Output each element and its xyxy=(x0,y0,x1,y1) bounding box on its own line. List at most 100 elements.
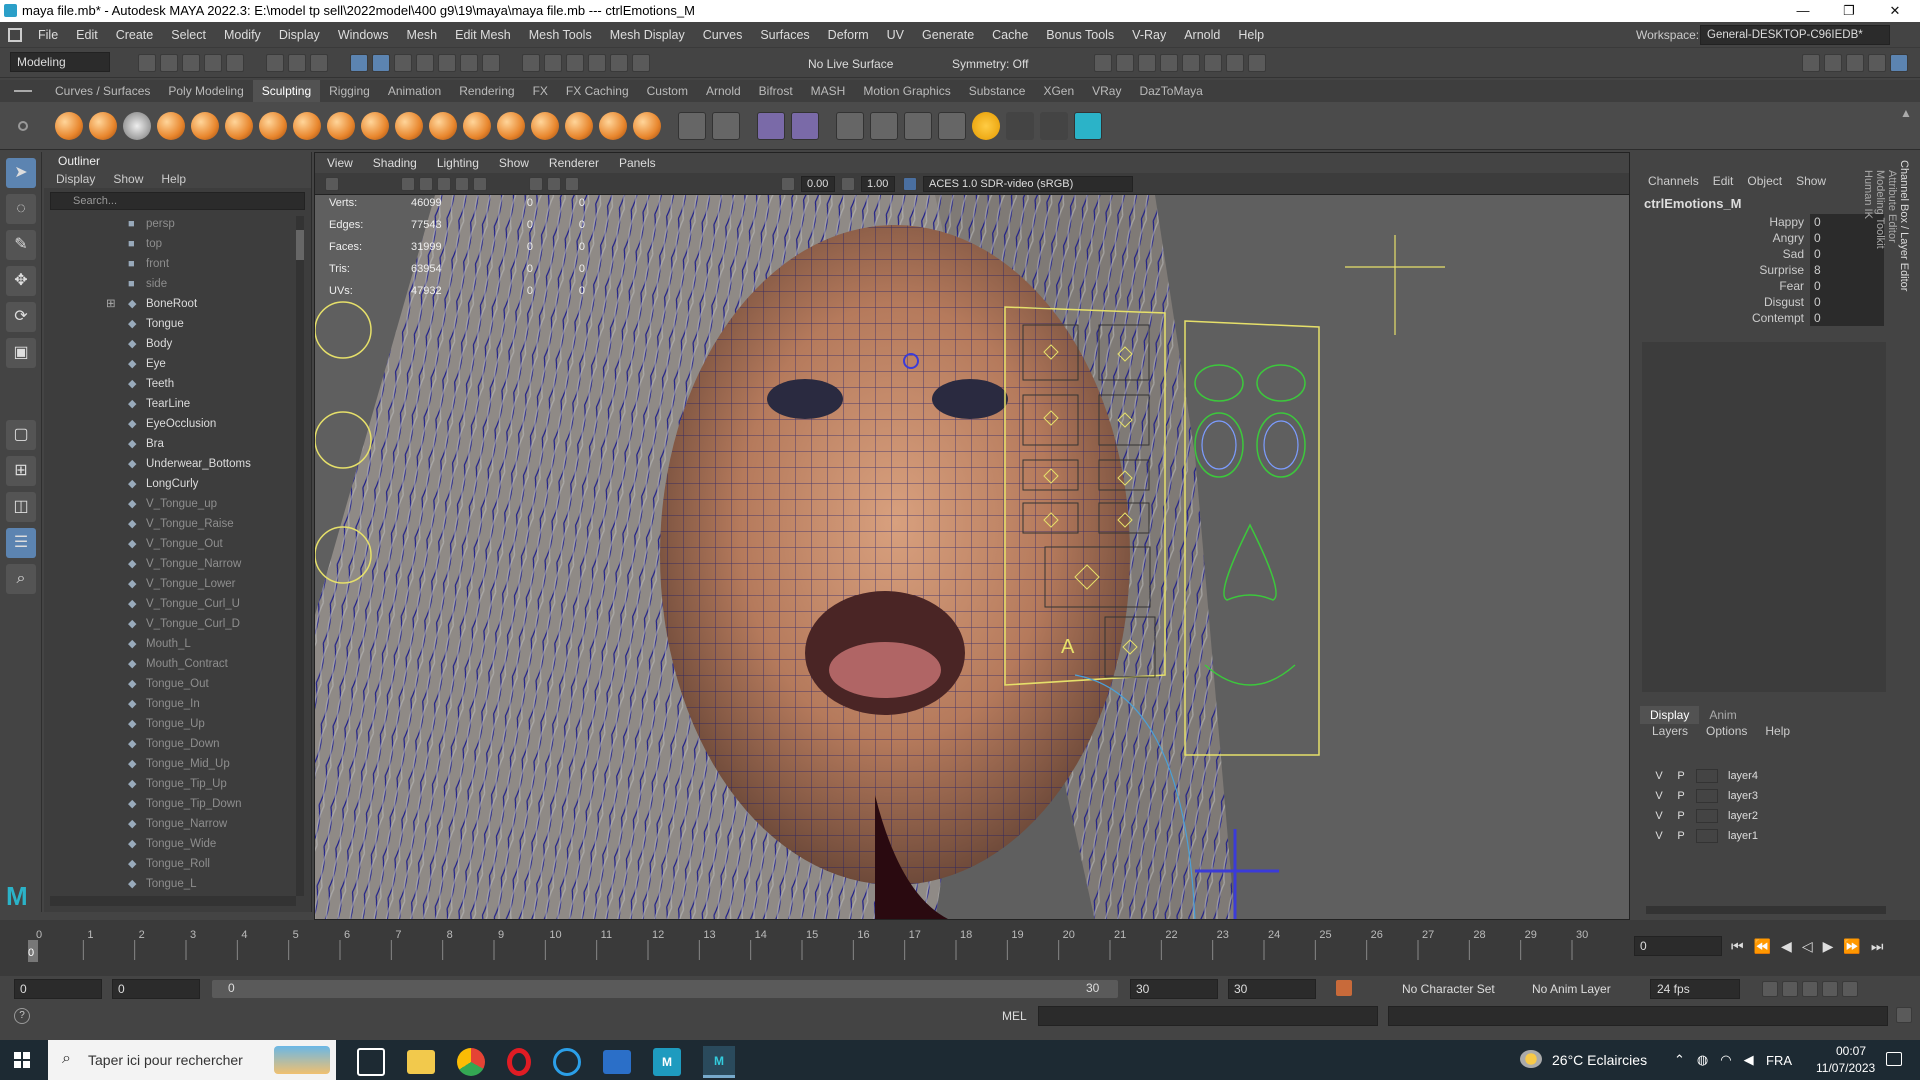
shelf-tab-rigging[interactable]: Rigging xyxy=(320,80,379,102)
layer-name[interactable]: layer2 xyxy=(1728,806,1758,826)
layer-playback-toggle[interactable]: P xyxy=(1670,826,1692,846)
menu-create[interactable]: Create xyxy=(116,28,154,42)
four-view-icon[interactable]: ⊞ xyxy=(6,456,36,486)
menu-file[interactable]: File xyxy=(38,28,58,42)
mesh-tool-4-icon[interactable] xyxy=(938,111,966,140)
shelf-tab-poly-modeling[interactable]: Poly Modeling xyxy=(159,80,252,102)
outliner-item[interactable]: ◆ V_Tongue_up xyxy=(44,494,311,514)
outliner-item[interactable]: ◆ V_Tongue_Curl_U xyxy=(44,594,311,614)
outliner-item[interactable]: ◆ V_Tongue_Narrow xyxy=(44,554,311,574)
outliner-scrollbar[interactable] xyxy=(296,216,304,896)
anim-layer-select[interactable]: No Anim Layer xyxy=(1532,982,1611,996)
hud-icon[interactable] xyxy=(547,176,561,191)
outliner-menu-help[interactable]: Help xyxy=(161,170,186,188)
app-c-icon[interactable] xyxy=(553,1048,581,1076)
side-tab-modeling-toolkit[interactable]: Modeling Toolkit xyxy=(1874,170,1886,702)
layer-visibility-toggle[interactable]: V xyxy=(1648,806,1670,826)
knife-tool-icon[interactable] xyxy=(497,111,525,140)
menu-windows[interactable]: Windows xyxy=(338,28,389,42)
grid-icon[interactable] xyxy=(678,111,706,140)
layer-name[interactable]: layer3 xyxy=(1728,786,1758,806)
shelf-tab-substance[interactable]: Substance xyxy=(960,80,1035,102)
scrape-tool-icon[interactable] xyxy=(429,111,457,140)
outliner-item[interactable]: ◆ Tongue_Down xyxy=(44,734,311,754)
outliner-item[interactable]: ◆ Tongue_Narrow xyxy=(44,814,311,834)
minimize-button[interactable]: — xyxy=(1780,0,1826,22)
select-tool-icon[interactable]: ➤ xyxy=(6,158,36,188)
input-ops-icon[interactable] xyxy=(544,54,562,72)
home-icon[interactable] xyxy=(8,27,22,42)
shelf-options-icon[interactable] xyxy=(18,120,28,131)
rotate-tool-icon[interactable]: ⟳ xyxy=(6,302,36,332)
shelf-tab-animation[interactable]: Animation xyxy=(379,80,450,102)
layer-menu-help[interactable]: Help xyxy=(1765,724,1790,738)
outliner-item[interactable]: ◆ V_Tongue_Curl_D xyxy=(44,614,311,634)
playback-end-field[interactable]: 30 xyxy=(1130,979,1218,999)
shelf-tab-fx-caching[interactable]: FX Caching xyxy=(557,80,638,102)
exposure-field[interactable]: 0.00 xyxy=(801,175,835,192)
table-icon[interactable] xyxy=(712,111,740,140)
outliner-item[interactable]: ◆ LongCurly xyxy=(44,474,311,494)
menu-help[interactable]: Help xyxy=(1238,28,1264,42)
smear-tool-icon[interactable] xyxy=(531,111,559,140)
layer-color-swatch[interactable] xyxy=(1696,809,1718,823)
menu-bonus-tools[interactable]: Bonus Tools xyxy=(1046,28,1114,42)
five-icon[interactable] xyxy=(972,111,1000,140)
volume-icon[interactable]: ◀ xyxy=(1744,1052,1754,1068)
xray-icon[interactable] xyxy=(565,176,579,191)
foamy-tool-icon[interactable] xyxy=(259,111,287,140)
script-editor-icon[interactable] xyxy=(1896,1007,1912,1023)
tpose-icon[interactable] xyxy=(1074,111,1102,140)
cache-icon[interactable] xyxy=(1782,981,1798,997)
repeat-tool-icon[interactable] xyxy=(327,111,355,140)
mesh-tool-2-icon[interactable] xyxy=(870,111,898,140)
search-tool-icon[interactable]: ⌕ xyxy=(6,564,36,594)
layer-color-swatch[interactable] xyxy=(1696,789,1718,803)
layer-editor-toggle-icon[interactable] xyxy=(1890,54,1908,72)
outliner-item[interactable]: ◆ Bra xyxy=(44,434,311,454)
side-tab-human-ik[interactable]: Human IK xyxy=(1862,170,1874,702)
color-management-icon[interactable] xyxy=(903,176,917,191)
viewport-menu-show[interactable]: Show xyxy=(499,153,529,173)
paint-select-icon[interactable]: ✎ xyxy=(6,230,36,260)
outliner-item[interactable]: ◆ V_Tongue_Lower xyxy=(44,574,311,594)
snap-plane-icon[interactable] xyxy=(416,54,434,72)
outliner-item[interactable]: ◆ Underwear_Bottoms xyxy=(44,454,311,474)
shelf-tab-curves-surfaces[interactable]: Curves / Surfaces xyxy=(46,80,159,102)
layer-menu-options[interactable]: Options xyxy=(1706,724,1747,738)
layer-row[interactable]: V Player2 xyxy=(1640,806,1892,826)
channel-box-toggle-icon[interactable] xyxy=(1868,54,1886,72)
outliner-item[interactable]: ■ top xyxy=(44,234,311,254)
symmetry-label[interactable]: Symmetry: Off xyxy=(952,57,1028,71)
menu-edit-mesh[interactable]: Edit Mesh xyxy=(455,28,511,42)
shelf-tab-daztomaya[interactable]: DazToMaya xyxy=(1130,80,1211,102)
outliner-item[interactable]: ◆ TearLine xyxy=(44,394,311,414)
amplify-tool-icon[interactable] xyxy=(599,111,627,140)
outliner-item[interactable]: ◆ Tongue_Out xyxy=(44,674,311,694)
magnet-icon[interactable] xyxy=(610,54,628,72)
smooth-shade-icon[interactable] xyxy=(419,176,433,191)
channel-menu-show[interactable]: Show xyxy=(1796,174,1826,188)
viewport-menu-panels[interactable]: Panels xyxy=(619,153,656,173)
menu-curves[interactable]: Curves xyxy=(703,28,743,42)
select-object-icon[interactable] xyxy=(288,54,306,72)
menu-edit[interactable]: Edit xyxy=(76,28,98,42)
step-back-key-icon[interactable]: ⏪ xyxy=(1754,938,1771,955)
history-icon[interactable] xyxy=(522,54,540,72)
render-view-icon[interactable] xyxy=(1094,54,1112,72)
maya-active-icon[interactable]: M xyxy=(703,1046,735,1078)
menu-generate[interactable]: Generate xyxy=(922,28,974,42)
scale-tool-icon[interactable]: ▣ xyxy=(6,338,36,368)
camera-select-icon[interactable] xyxy=(325,176,339,191)
snap-grid-icon[interactable] xyxy=(350,54,368,72)
workspace-select[interactable]: General-DESKTOP-C96IEDB* xyxy=(1700,25,1890,45)
menu-surfaces[interactable]: Surfaces xyxy=(760,28,809,42)
shelf-tab-sculpting[interactable]: Sculpting xyxy=(252,80,321,102)
tab-display[interactable]: Display xyxy=(1640,706,1700,724)
wireframe-icon[interactable] xyxy=(401,176,415,191)
freeze-tool-icon[interactable] xyxy=(633,111,661,140)
outliner-scroll-thumb[interactable] xyxy=(296,230,304,260)
side-tab-attribute-editor[interactable]: Attribute Editor xyxy=(1886,170,1898,702)
layer-visibility-toggle[interactable]: V xyxy=(1648,766,1670,786)
loop-icon[interactable] xyxy=(1762,981,1778,997)
